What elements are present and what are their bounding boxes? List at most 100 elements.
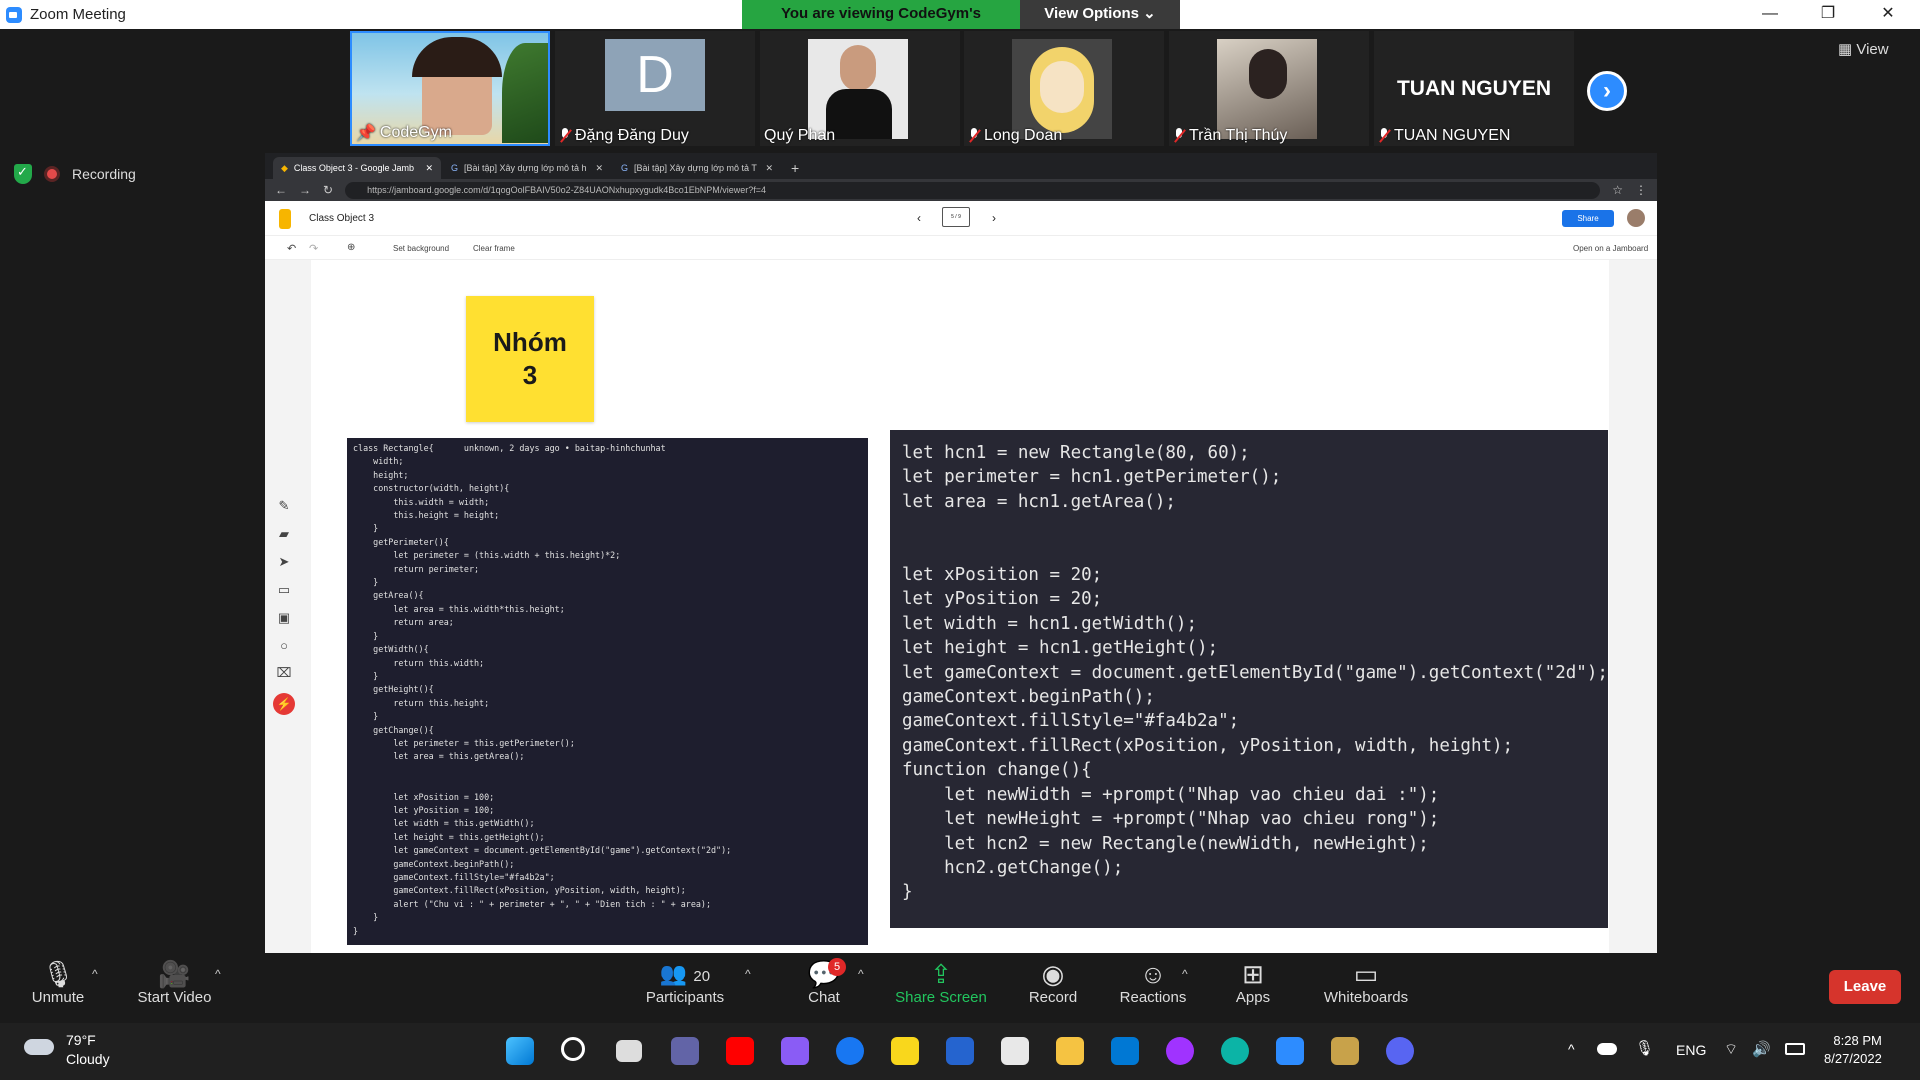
image-icon[interactable]: ▣	[278, 610, 290, 626]
search-icon[interactable]	[561, 1037, 585, 1061]
browser-tab[interactable]: ◆ Class Object 3 - Google Jamb ✕	[273, 157, 441, 179]
participant-name: TUAN NGUYEN	[1394, 127, 1511, 144]
view-options-button[interactable]: View Options ⌄	[1020, 0, 1180, 29]
todo-icon[interactable]	[946, 1037, 974, 1065]
reload-icon[interactable]: ↻	[323, 183, 333, 197]
muted-mic-icon	[1378, 128, 1390, 144]
microphone-icon[interactable]: 🎙	[1635, 1039, 1654, 1057]
share-button[interactable]: Share	[1562, 210, 1614, 227]
clock[interactable]: 8:28 PM 8/27/2022	[1824, 1032, 1882, 1068]
zoom-icon[interactable]: ⊕	[347, 242, 355, 253]
sticky-note[interactable]: Nhóm 3	[466, 296, 594, 422]
chevron-up-icon[interactable]: ^	[1568, 1041, 1575, 1057]
edge-icon[interactable]	[1221, 1037, 1249, 1065]
menu-dots-icon[interactable]: ⋮	[1635, 183, 1647, 197]
wifi-icon[interactable]: ⌔	[1724, 1040, 1738, 1059]
whiteboards-button[interactable]: ▭ Whiteboards	[1318, 955, 1414, 1006]
participant-tile[interactable]: Long Doan	[964, 31, 1164, 146]
laser-icon[interactable]: ⚡	[273, 693, 295, 715]
teams-icon[interactable]	[671, 1037, 699, 1065]
tab-label: [Bài tập] Xây dựng lớp mô tả h	[464, 163, 587, 173]
vscode-icon[interactable]	[1111, 1037, 1139, 1065]
pin-icon: 📌	[356, 125, 376, 142]
avatar: D	[605, 39, 705, 111]
avatar[interactable]	[1627, 209, 1645, 227]
clear-frame-button[interactable]: Clear frame	[473, 244, 515, 253]
reactions-icon: ☺	[1139, 959, 1167, 989]
battery-icon[interactable]	[1785, 1043, 1805, 1055]
participant-name: CodeGym	[379, 124, 452, 141]
window-title: Zoom Meeting	[30, 6, 126, 23]
chevron-up-icon[interactable]: ^	[745, 967, 751, 981]
task-view-icon[interactable]	[616, 1040, 642, 1062]
weather-widget[interactable]: 79°F Cloudy	[24, 1031, 110, 1069]
chevron-up-icon[interactable]: ^	[1182, 967, 1188, 981]
pen-icon[interactable]: ✎	[279, 498, 290, 514]
record-button[interactable]: ◉ Record	[1025, 955, 1081, 1006]
recording-indicator: Recording	[14, 164, 136, 184]
browser-tab[interactable]: G [Bài tập] Xây dựng lớp mô tả T ✕	[613, 157, 781, 179]
chevron-up-icon[interactable]: ^	[858, 967, 864, 981]
onedrive-icon[interactable]	[1597, 1043, 1617, 1055]
close-tab-icon[interactable]: ✕	[425, 163, 433, 174]
chevron-up-icon[interactable]: ^	[215, 967, 221, 981]
store-icon[interactable]	[1001, 1037, 1029, 1065]
undo-icon[interactable]: ↶	[287, 242, 296, 255]
minimize-button[interactable]: —	[1750, 2, 1790, 26]
start-video-button[interactable]: 🎥 Start Video	[132, 955, 217, 1006]
chevron-up-icon[interactable]: ^	[92, 967, 98, 981]
sticky-note-icon[interactable]: ▭	[278, 582, 290, 598]
facebook-icon[interactable]	[836, 1037, 864, 1065]
star-icon[interactable]: ☆	[1612, 183, 1623, 197]
file-explorer-icon[interactable]	[1056, 1037, 1084, 1065]
discord-icon[interactable]	[1386, 1037, 1414, 1065]
circle-icon[interactable]: ○	[280, 638, 288, 653]
eraser-icon[interactable]: ▰	[279, 526, 289, 542]
reactions-button[interactable]: ☺ Reactions	[1118, 955, 1188, 1006]
textbox-icon[interactable]: ⌧	[277, 665, 292, 681]
close-tab-icon[interactable]: ✕	[595, 163, 603, 174]
participant-tile[interactable]: TUAN NGUYEN TUAN NGUYEN	[1374, 31, 1574, 146]
redo-icon[interactable]: ↷	[309, 242, 318, 255]
unmute-label: Unmute	[31, 989, 85, 1006]
apps-button[interactable]: ⊞ Apps	[1232, 955, 1274, 1006]
browser-tab-strip: ◆ Class Object 3 - Google Jamb ✕ G [Bài tập…	[265, 153, 1657, 179]
prev-frame-icon[interactable]: ‹	[917, 211, 921, 225]
browser-tab[interactable]: G [Bài tập] Xây dựng lớp mô tả h ✕	[443, 157, 611, 179]
volume-icon[interactable]: 🔊	[1752, 1040, 1771, 1058]
open-on-jamboard-link[interactable]: Open on a Jamboard	[1573, 244, 1648, 253]
next-frame-icon[interactable]: ›	[992, 211, 996, 225]
participant-tile[interactable]: 📌 CodeGym	[350, 31, 550, 146]
view-options-label: View Options	[1044, 5, 1139, 22]
messenger-icon[interactable]	[1166, 1037, 1194, 1065]
next-page-button[interactable]: ›	[1587, 71, 1627, 111]
clipchamp-icon[interactable]	[781, 1037, 809, 1065]
close-button[interactable]: ✕	[1868, 2, 1908, 26]
back-icon[interactable]: ←	[275, 183, 287, 197]
frame-counter[interactable]: 5 / 9	[942, 207, 970, 227]
share-screen-button[interactable]: ⇪ Share Screen	[895, 955, 987, 1006]
url-field[interactable]: https://jamboard.google.com/d/1qogOolFBA…	[345, 181, 1601, 199]
app-icon[interactable]	[1331, 1037, 1359, 1065]
record-icon: ◉	[1041, 959, 1065, 989]
zoom-icon[interactable]	[1276, 1037, 1304, 1065]
language-indicator[interactable]: ENG	[1676, 1042, 1706, 1058]
recording-dot-icon	[44, 166, 60, 182]
select-icon[interactable]: ➤	[279, 554, 290, 570]
participant-tile[interactable]: Quý Phan	[760, 31, 960, 146]
youtube-icon[interactable]	[726, 1037, 754, 1065]
start-icon[interactable]	[506, 1037, 534, 1065]
participants-button[interactable]: 👥 20 Participants	[640, 955, 730, 1006]
close-tab-icon[interactable]: ✕	[765, 163, 773, 174]
set-background-button[interactable]: Set background	[393, 244, 449, 253]
forward-icon[interactable]: →	[299, 183, 311, 197]
participant-tile[interactable]: D Đặng Đăng Duy	[555, 31, 755, 146]
sticky-notes-icon[interactable]	[891, 1037, 919, 1065]
unmute-button[interactable]: 🎙 Unmute	[26, 955, 90, 1006]
new-tab-icon[interactable]: +	[783, 160, 807, 179]
participant-tile[interactable]: Trần Thị Thúy	[1169, 31, 1369, 146]
leave-button[interactable]: Leave	[1829, 970, 1901, 1004]
whiteboard-icon: ▭	[1353, 959, 1379, 989]
restore-button[interactable]: ❐	[1808, 2, 1848, 26]
view-button[interactable]: ▦ View	[1838, 40, 1889, 58]
